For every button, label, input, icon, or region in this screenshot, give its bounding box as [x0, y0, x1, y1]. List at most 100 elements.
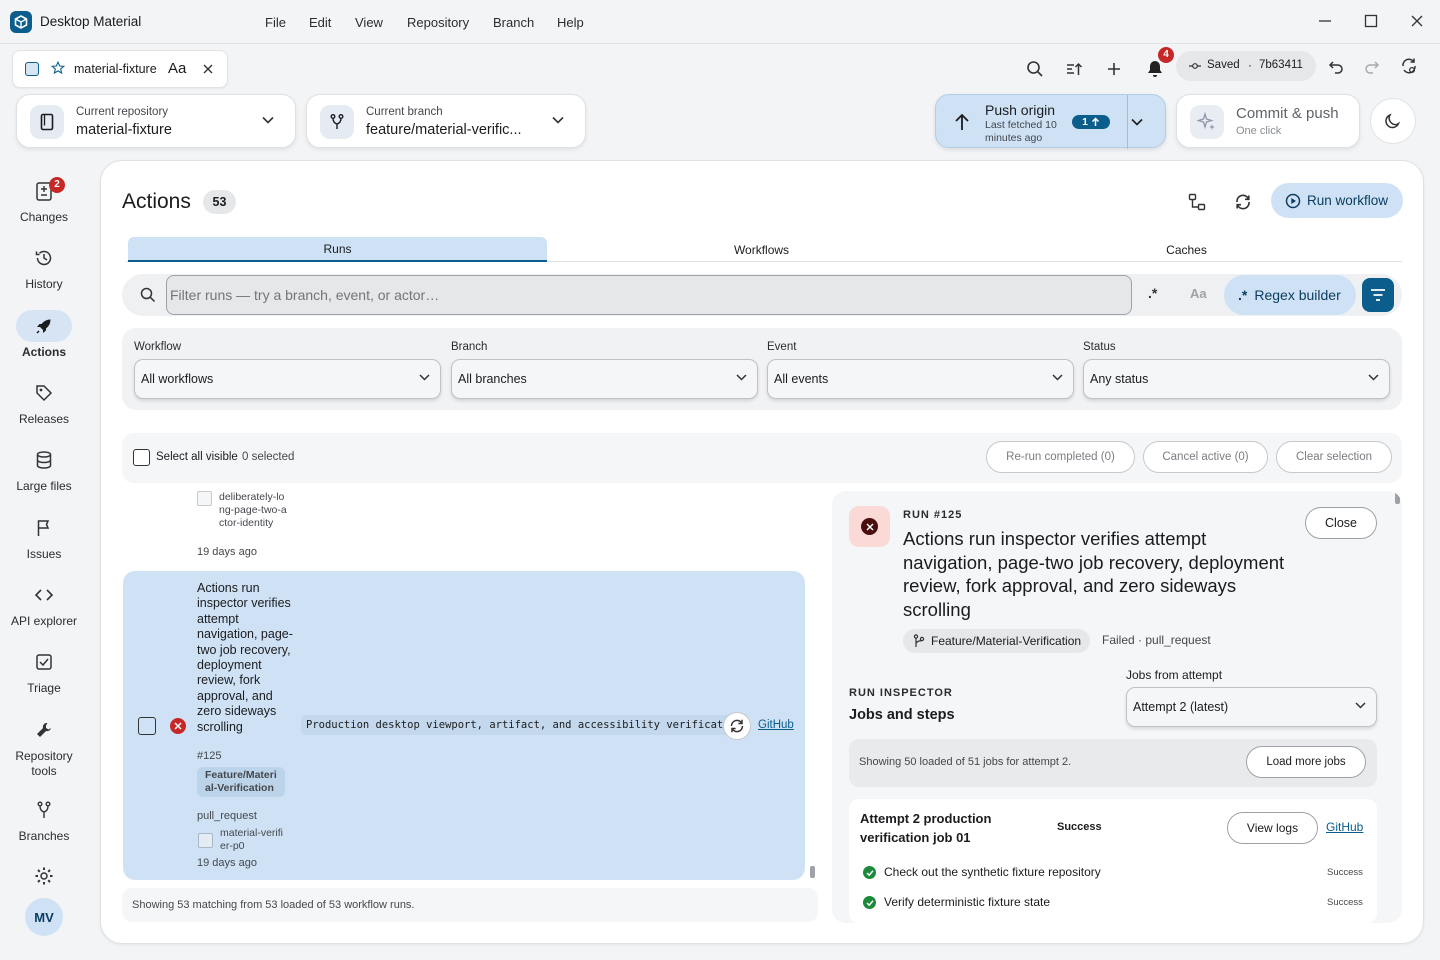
- view-logs-button[interactable]: View logs: [1227, 812, 1318, 844]
- rerun-icon: [730, 719, 744, 733]
- sidebar-item-changes[interactable]: 2 Changes: [0, 175, 88, 224]
- selection-bar: Select all visible 0 selected Re-run com…: [122, 433, 1402, 483]
- push-origin-button[interactable]: Push origin Last fetched 10 minutes ago …: [935, 94, 1166, 149]
- settings-gear-icon[interactable]: [34, 866, 54, 886]
- filter-runs-input[interactable]: [166, 275, 1132, 315]
- commit-and-push-button[interactable]: Commit & push One click: [1176, 94, 1360, 148]
- add-icon[interactable]: [1105, 60, 1123, 78]
- table-row[interactable]: Actions run inspector verifies attempt n…: [123, 571, 805, 880]
- sidebar-item-releases[interactable]: Releases: [0, 377, 88, 426]
- branch-icon: [320, 105, 354, 139]
- attempt-select[interactable]: Attempt 2 (latest): [1126, 687, 1377, 727]
- select-all-checkbox[interactable]: [133, 449, 150, 466]
- sidebar-item-history[interactable]: History: [0, 242, 88, 291]
- title-bar: Desktop Material File Edit View Reposito…: [0, 0, 1440, 44]
- inspector-section-label: RUN INSPECTOR: [849, 687, 953, 699]
- sidebar-label: Issues: [26, 547, 62, 561]
- push-origin-subtitle: Last fetched 10 minutes ago: [985, 119, 1057, 144]
- filter-lines-icon: [1371, 289, 1385, 301]
- menu-file[interactable]: File: [265, 15, 286, 30]
- event-filter-value: All events: [774, 372, 829, 386]
- close-tab-icon[interactable]: [202, 63, 214, 75]
- sidebar-item-issues[interactable]: Issues: [0, 512, 88, 561]
- tabs-bar: Runs Workflows Caches: [126, 236, 1402, 262]
- tab-caches[interactable]: Caches: [977, 237, 1396, 262]
- tab-runs[interactable]: Runs: [128, 237, 547, 262]
- font-toggle[interactable]: Aa: [168, 60, 186, 77]
- current-repository-selector[interactable]: Current repository material-fixture: [16, 94, 296, 148]
- close-inspector-button[interactable]: Close: [1305, 507, 1377, 539]
- event-filter-select[interactable]: All events: [767, 359, 1074, 399]
- tab-title: material-fixture: [74, 62, 157, 76]
- case-sensitive-toggle[interactable]: Aa: [1190, 286, 1207, 301]
- maximize-icon[interactable]: [1364, 14, 1378, 28]
- minimize-icon[interactable]: [1318, 14, 1332, 28]
- load-more-jobs-button[interactable]: Load more jobs: [1246, 746, 1366, 778]
- run-workflow-button[interactable]: Run workflow: [1271, 183, 1403, 218]
- wrench-icon: [16, 714, 72, 746]
- sync-settings-icon[interactable]: [1400, 57, 1418, 75]
- push-options-chevron-icon[interactable]: [1131, 118, 1143, 126]
- inspector-scrollbar[interactable]: [1395, 492, 1400, 504]
- sidebar-item-actions[interactable]: Actions: [0, 310, 88, 359]
- menu-repository[interactable]: Repository: [407, 15, 469, 30]
- sidebar-label: API explorer: [10, 614, 78, 628]
- branch-filter-label: Branch: [451, 341, 488, 353]
- push-origin-title: Push origin: [985, 102, 1056, 118]
- cancel-active-button[interactable]: Cancel active (0): [1143, 441, 1268, 473]
- ahead-count-badge: 1: [1072, 115, 1110, 129]
- actor-avatar-placeholder: [198, 833, 213, 848]
- run-number-label: RUN #125: [903, 509, 963, 521]
- sidebar-item-api-explorer[interactable]: API explorer: [0, 579, 88, 628]
- workflow-graph-icon[interactable]: [1188, 193, 1206, 211]
- actions-panel: Actions 53 Run workflow Runs Workflows C…: [100, 160, 1424, 944]
- search-icon[interactable]: [1026, 60, 1044, 78]
- menu-edit[interactable]: Edit: [309, 15, 331, 30]
- regex-toggle[interactable]: .*: [1148, 285, 1157, 301]
- clear-selection-button[interactable]: Clear selection: [1276, 441, 1392, 473]
- branch-filter-value: All branches: [458, 372, 527, 386]
- sidebar-item-large-files[interactable]: Large files: [0, 444, 88, 493]
- run-select-checkbox[interactable]: [138, 717, 156, 735]
- star-icon[interactable]: [51, 61, 65, 75]
- sidebar-item-triage[interactable]: Triage: [0, 646, 88, 695]
- repository-book-icon: [30, 105, 64, 139]
- sidebar-label: Branches: [18, 829, 70, 843]
- sidebar-item-repository-tools[interactable]: Repository tools: [0, 714, 88, 779]
- saved-status-chip[interactable]: Saved · 7b63411: [1176, 51, 1316, 81]
- chevron-down-icon: [1368, 374, 1379, 381]
- rerun-completed-button[interactable]: Re-run completed (0): [986, 441, 1135, 473]
- page-title: Actions: [122, 190, 191, 213]
- menu-view[interactable]: View: [355, 15, 383, 30]
- prev-run-actor: deliberately-long-page-two-actor-identit…: [219, 491, 287, 529]
- runs-list-scrollbar[interactable]: [810, 866, 815, 878]
- status-filter-select[interactable]: Any status: [1083, 359, 1390, 399]
- close-window-icon[interactable]: [1410, 14, 1424, 28]
- tab-workflows[interactable]: Workflows: [552, 237, 971, 262]
- run-workflow-label: Run workflow: [1307, 193, 1389, 208]
- current-branch-selector[interactable]: Current branch feature/material-verific.…: [306, 94, 586, 148]
- sort-icon[interactable]: [1065, 60, 1083, 78]
- redo-icon[interactable]: [1364, 58, 1380, 74]
- filter-options-button[interactable]: [1362, 278, 1394, 312]
- run-github-link[interactable]: GitHub: [758, 719, 794, 731]
- regex-builder-button[interactable]: .* Regex builder: [1224, 275, 1356, 315]
- commit-dot-icon: [1189, 60, 1201, 72]
- sidebar-item-branches[interactable]: Branches: [0, 794, 88, 843]
- attempt-select-label: Jobs from attempt: [1126, 668, 1223, 682]
- refresh-icon[interactable]: [1234, 193, 1252, 211]
- menu-branch[interactable]: Branch: [493, 15, 534, 30]
- menu-help[interactable]: Help: [557, 15, 584, 30]
- document-tab[interactable]: material-fixture Aa: [12, 50, 228, 88]
- workflow-filter-select[interactable]: All workflows: [134, 359, 441, 399]
- avatar[interactable]: MV: [25, 898, 63, 936]
- failed-status-icon: [170, 718, 186, 734]
- job-github-link[interactable]: GitHub: [1326, 820, 1363, 834]
- changes-badge: 2: [49, 177, 65, 193]
- chevron-down-icon: [1052, 374, 1063, 381]
- undo-icon[interactable]: [1328, 58, 1344, 74]
- branch-filter-select[interactable]: All branches: [451, 359, 758, 399]
- dark-mode-toggle[interactable]: [1370, 98, 1416, 144]
- job-name: Attempt 2 production verification job 01: [860, 811, 992, 845]
- rerun-button[interactable]: [723, 712, 751, 740]
